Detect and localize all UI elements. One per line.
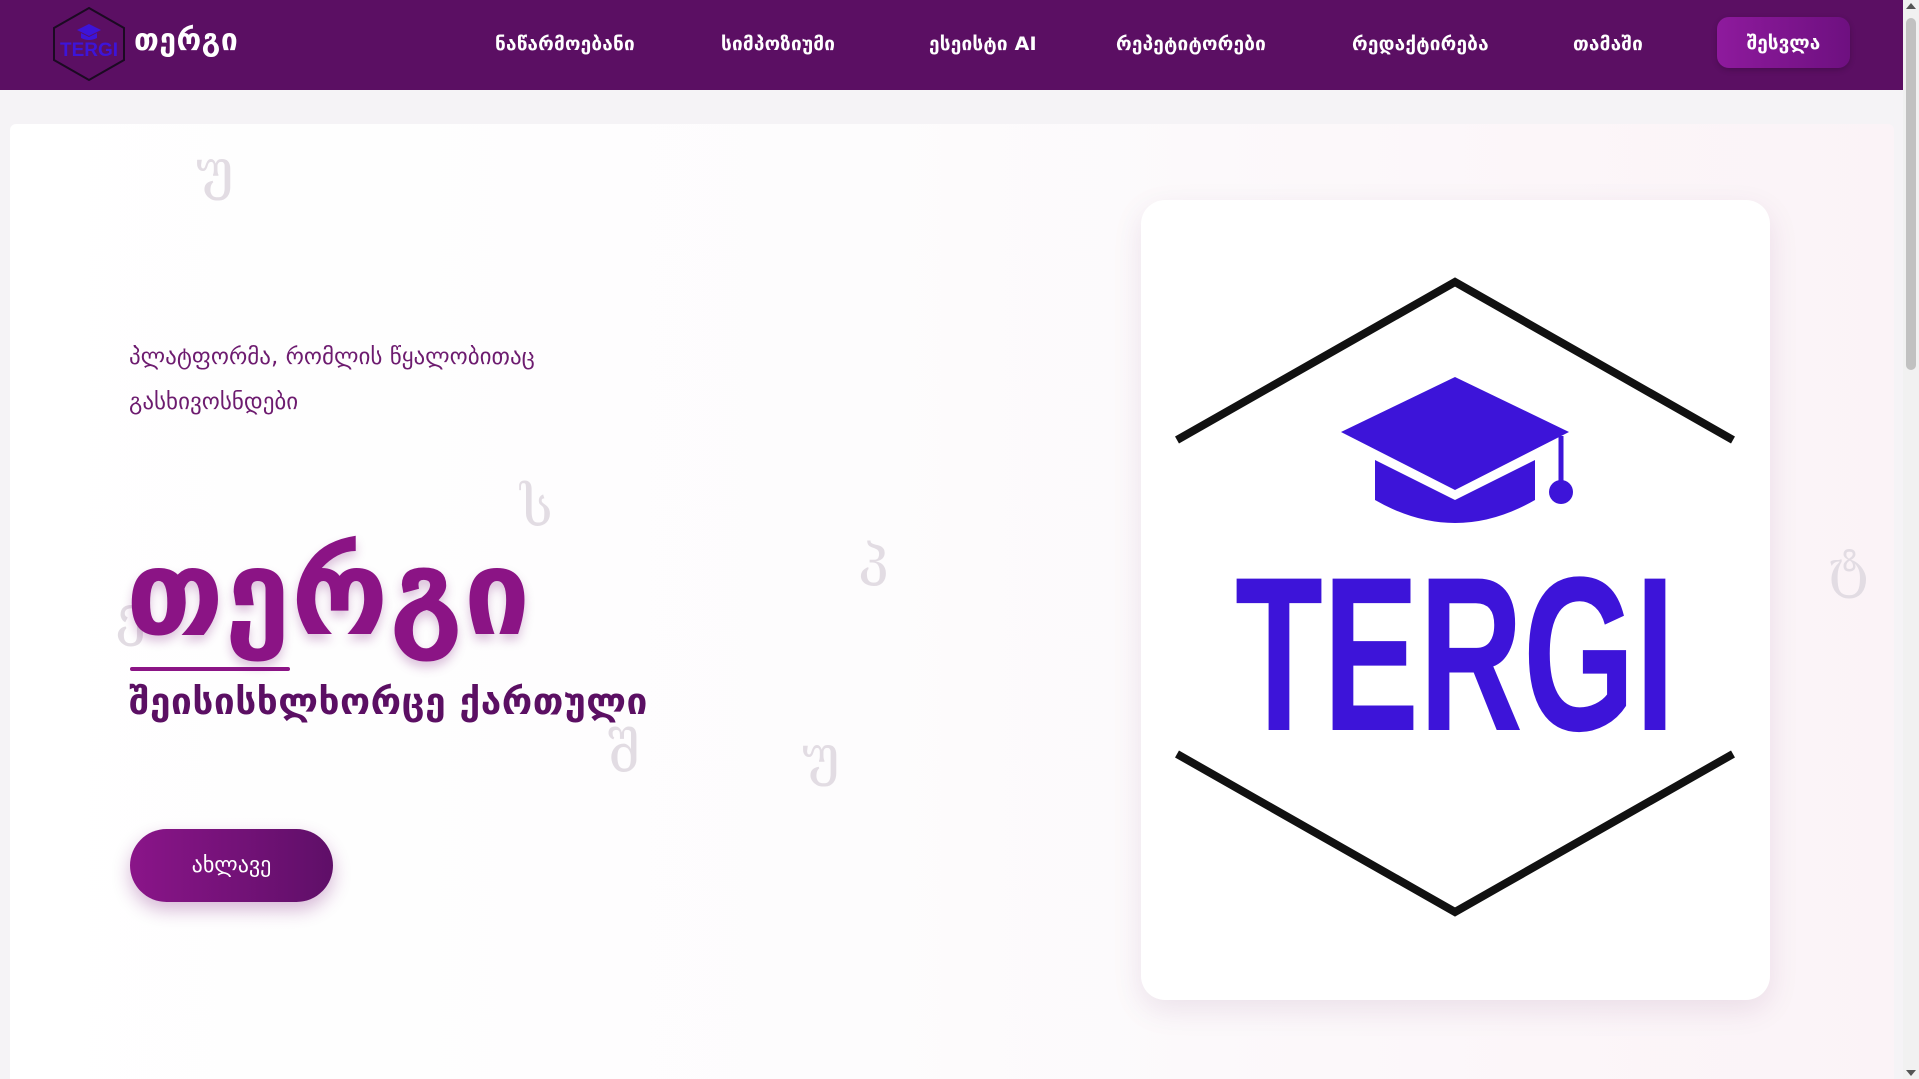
page: TERGI თერგი ნაწარმოებანი სიმპოზიუმი ესეი… — [0, 0, 1919, 1079]
bg-letter: უ — [196, 138, 234, 201]
logo-card: TERGI — [1141, 200, 1770, 1000]
scroll-down-arrow-icon[interactable] — [1906, 1070, 1916, 1076]
bg-letter: პ — [858, 536, 889, 599]
hero-subtitle: შეისისხლხორცე ქართული — [129, 680, 648, 723]
nav-item-works[interactable]: ნაწარმოებანი — [495, 33, 635, 55]
hero-title: თერგი — [126, 524, 532, 662]
top-navbar: TERGI თერგი ნაწარმოებანი სიმპოზიუმი ესეი… — [0, 0, 1903, 90]
tergi-logo-icon: TERGI — [1175, 277, 1735, 917]
scrollbar[interactable] — [1903, 0, 1919, 1079]
nav-item-editing[interactable]: რედაქტირება — [1352, 33, 1489, 55]
login-button[interactable]: შესვლა — [1717, 17, 1850, 68]
scroll-up-arrow-icon[interactable] — [1906, 3, 1916, 9]
title-underline — [130, 667, 290, 671]
scroll-thumb[interactable] — [1906, 18, 1916, 370]
logo-text: TERGI — [1235, 531, 1675, 777]
nav-item-tutors[interactable]: რეპეტიტორები — [1116, 33, 1266, 55]
hero-tagline: პლატფორმა, რომლის წყალობითაც გასხივოსნდე… — [129, 344, 535, 415]
nav-item-game[interactable]: თამაში — [1573, 33, 1643, 55]
cta-button[interactable]: ახლავე — [130, 829, 333, 902]
nav-links: ნაწარმოებანი სიმპოზიუმი ესეისტი AI რეპეტ… — [0, 0, 1903, 90]
bg-letter: ტ — [1828, 536, 1869, 599]
bg-letter: უ — [802, 724, 840, 787]
bg-letter: შ — [608, 722, 641, 785]
nav-item-essayist-ai[interactable]: ესეისტი AI — [929, 33, 1037, 55]
nav-item-symposium[interactable]: სიმპოზიუმი — [721, 33, 835, 55]
